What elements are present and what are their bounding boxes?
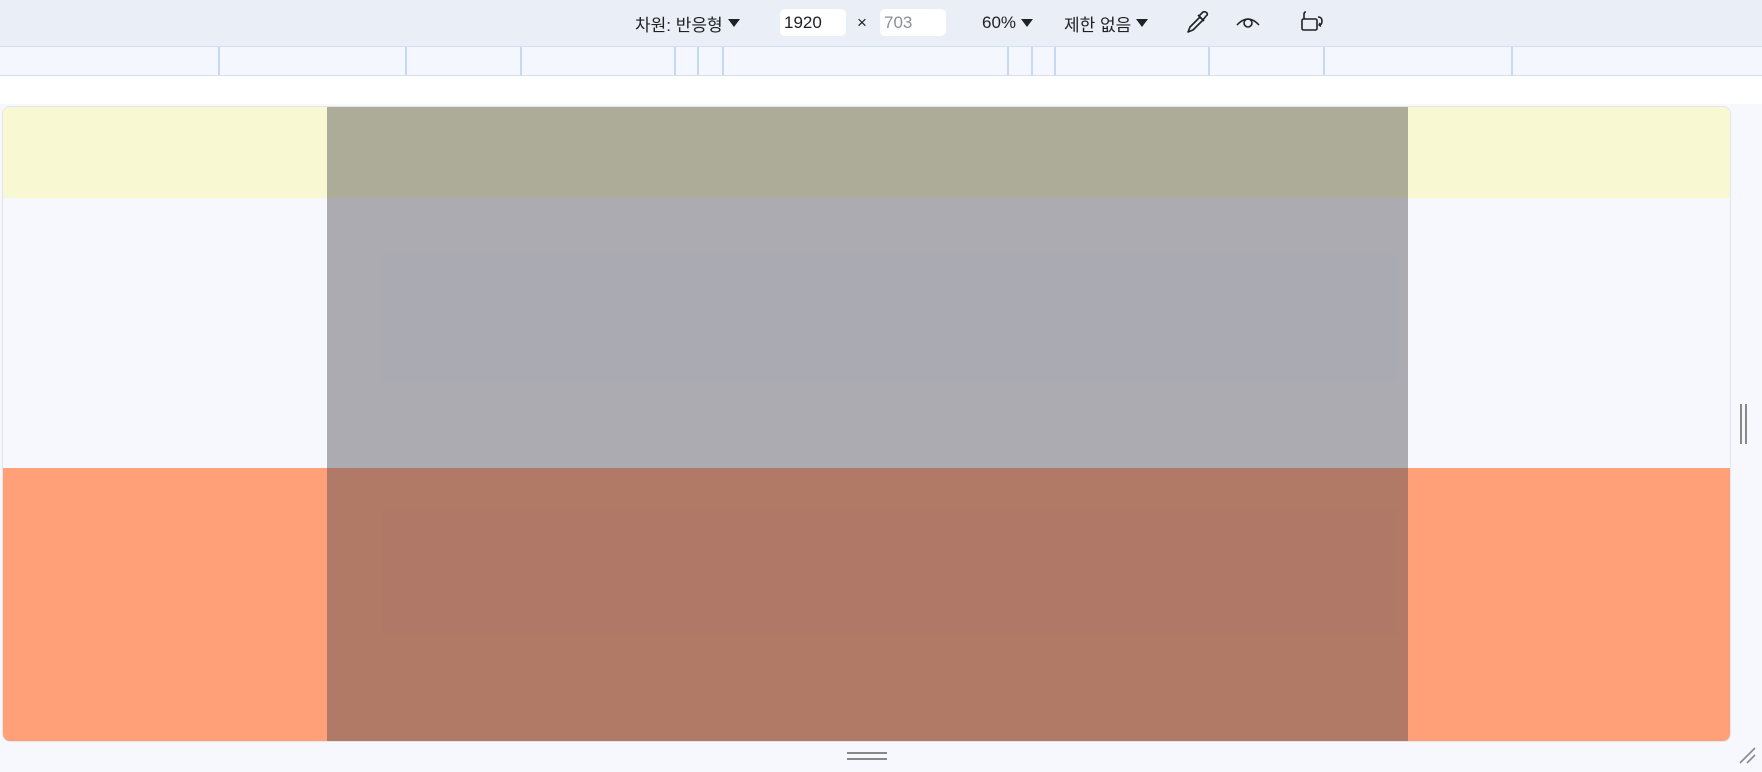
breakpoint-marker[interactable]: [1007, 47, 1009, 75]
media-query-ruler[interactable]: [0, 47, 1762, 76]
breakpoint-marker[interactable]: [1031, 47, 1033, 75]
times-label: ×: [857, 13, 867, 32]
breakpoint-marker[interactable]: [218, 47, 220, 75]
breakpoint-marker[interactable]: [722, 47, 724, 75]
caret-down-icon: [727, 19, 740, 27]
viewport-top-gap: [0, 76, 1762, 104]
breakpoint-marker[interactable]: [697, 47, 699, 75]
breakpoint-marker[interactable]: [1054, 47, 1056, 75]
breakpoint-marker[interactable]: [520, 47, 522, 75]
throttle-dropdown[interactable]: 제한 없음: [1064, 0, 1149, 46]
breakpoint-marker[interactable]: [1511, 47, 1513, 75]
element-highlight-overlay: [327, 107, 1408, 741]
eye-icon[interactable]: [1234, 8, 1262, 36]
caret-down-icon: [1021, 19, 1034, 27]
times-symbol: ×: [857, 0, 867, 46]
horizontal-resize-handle[interactable]: [847, 750, 887, 762]
rotate-device-icon[interactable]: [1298, 8, 1326, 36]
eyedropper-icon[interactable]: [1183, 8, 1211, 36]
throttle-label: 제한 없음: [1064, 15, 1132, 35]
vertical-resize-handle[interactable]: [1739, 404, 1749, 444]
width-input[interactable]: [780, 9, 846, 36]
device-toolbar: 차원: 반응형 × 60% 제한 없음: [0, 0, 1762, 47]
breakpoint-marker[interactable]: [405, 47, 407, 75]
breakpoint-marker[interactable]: [1323, 47, 1325, 75]
zoom-dropdown[interactable]: 60%: [982, 0, 1034, 46]
corner-resize-handle-icon[interactable]: [1737, 745, 1757, 765]
device-viewport[interactable]: [2, 106, 1731, 742]
breakpoint-marker[interactable]: [674, 47, 676, 75]
dimensions-dropdown[interactable]: 차원: 반응형: [635, 0, 740, 46]
height-input[interactable]: [880, 9, 946, 36]
dimensions-label: 차원: 반응형: [635, 15, 723, 35]
caret-down-icon: [1136, 19, 1149, 27]
breakpoint-marker[interactable]: [1208, 47, 1210, 75]
zoom-label: 60%: [982, 13, 1017, 32]
